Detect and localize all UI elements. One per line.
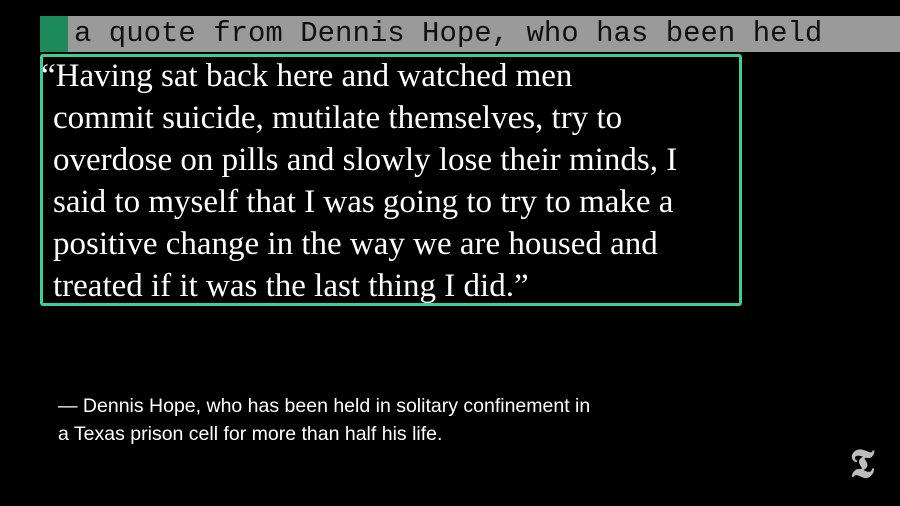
quote-line: said to myself that I was going to try t… (53, 184, 674, 220)
caption-text: a quote from Dennis Hope, who has been h… (68, 16, 900, 52)
quote-line: commit suicide, mutilate themselves, try… (53, 100, 623, 136)
quote-line: overdose on pills and slowly lose their … (53, 142, 678, 178)
closed-caption-bar: a quote from Dennis Hope, who has been h… (40, 16, 900, 52)
quote-line: treated if it was the last thing I did.” (53, 268, 529, 304)
caption-marker (40, 16, 68, 52)
attribution-line: a Texas prison cell for more than half h… (58, 423, 443, 445)
pull-quote: “Having sat back here and watched men co… (41, 55, 784, 307)
nyt-logo-icon: 𝕿 (849, 440, 875, 487)
attribution-line: — Dennis Hope, who has been held in soli… (58, 395, 591, 417)
quote-line: “Having sat back here and watched men (41, 58, 573, 94)
quote-attribution: — Dennis Hope, who has been held in soli… (58, 392, 738, 448)
quote-line: positive change in the way we are housed… (53, 226, 658, 262)
